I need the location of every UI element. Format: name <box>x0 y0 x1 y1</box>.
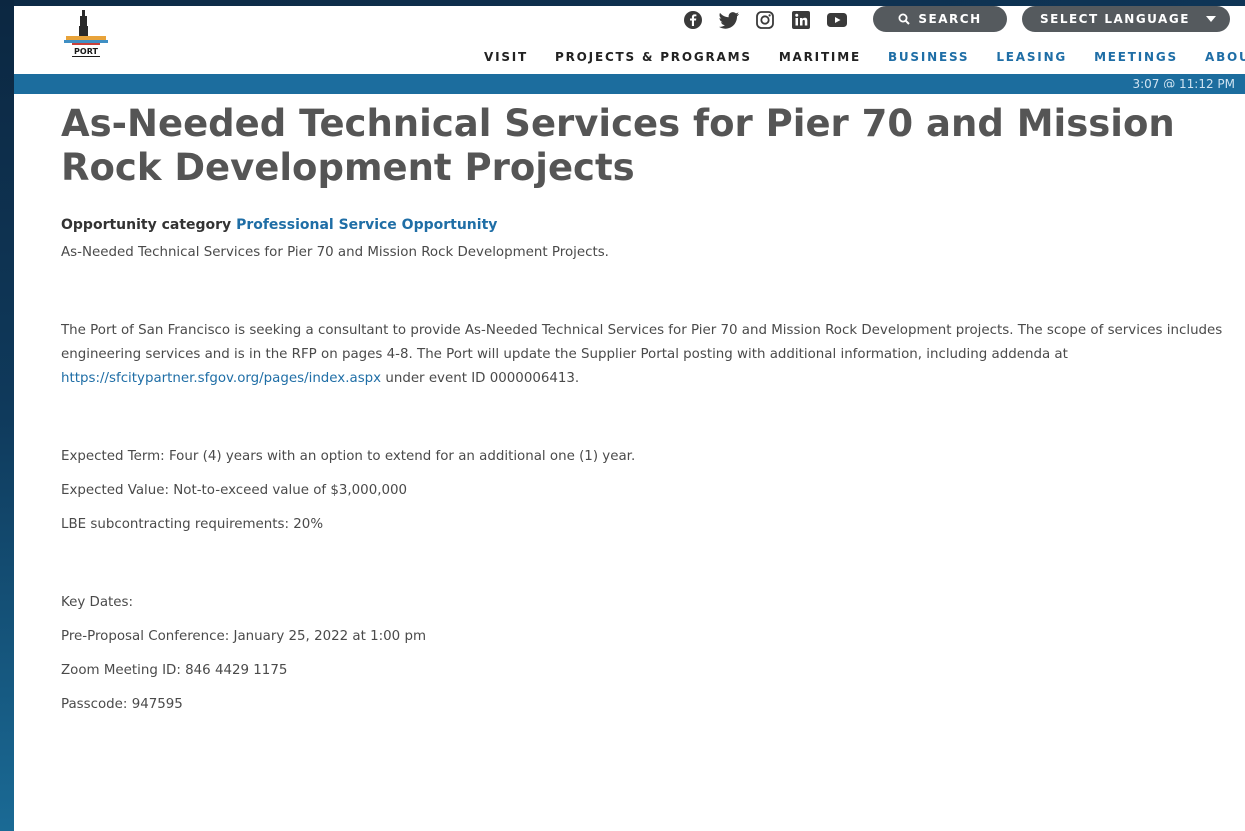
bar-text: 3:07 @ 11:12 PM <box>1132 77 1235 88</box>
instagram-icon[interactable] <box>754 9 776 31</box>
summary-text: As-Needed Technical Services for Pier 70… <box>61 245 609 260</box>
expected-term: Expected Term: Four (4) years with an op… <box>61 449 636 464</box>
nav-item-projects-programs[interactable]: PROJECTS & PROGRAMS <box>555 50 752 64</box>
lbe-requirements: LBE subcontracting requirements: 20% <box>61 517 324 532</box>
search-icon <box>898 13 911 25</box>
logo-text: PORT <box>74 47 98 56</box>
main-content: As-Needed Technical Services for Pier 70… <box>61 102 1231 717</box>
language-label: SELECT LANGUAGE <box>1040 12 1190 26</box>
category-link[interactable]: Professional Service Opportunity <box>236 217 497 233</box>
nav-item-visit[interactable]: VISIT <box>484 50 528 64</box>
nav-item-leasing[interactable]: LEASING <box>996 50 1067 64</box>
chevron-down-icon <box>1206 16 1216 22</box>
passcode: Passcode: 947595 <box>61 697 183 712</box>
nav-item-business[interactable]: BUSINESS <box>888 50 969 64</box>
page-title: As-Needed Technical Services for Pier 70… <box>61 102 1175 189</box>
category-label: Opportunity category <box>61 217 232 233</box>
language-select[interactable]: SELECT LANGUAGE <box>1022 6 1230 32</box>
expected-value: Expected Value: Not-to-exceed value of $… <box>61 483 408 498</box>
port-logo[interactable]: PORT <box>58 8 114 68</box>
site-header: PORT SEARCH SELECT LANGUAGE VISIT PROJEC… <box>14 6 1245 74</box>
description-after: under event ID 0000006413. <box>381 371 580 386</box>
zoom-meeting-id: Zoom Meeting ID: 846 4429 1175 <box>61 663 288 678</box>
nav-item-about[interactable]: ABOUT <box>1205 50 1245 64</box>
linkedin-icon[interactable] <box>790 9 812 31</box>
key-dates-heading: Key Dates: <box>61 595 134 610</box>
search-label: SEARCH <box>918 12 982 26</box>
facebook-icon[interactable] <box>682 9 704 31</box>
nav-item-meetings[interactable]: MEETINGS <box>1094 50 1178 64</box>
search-button[interactable]: SEARCH <box>873 6 1007 32</box>
web-page: PORT SEARCH SELECT LANGUAGE VISIT PROJEC… <box>14 6 1245 831</box>
youtube-icon[interactable] <box>826 9 848 31</box>
social-links <box>682 9 848 31</box>
background-left-strip <box>0 0 14 831</box>
nav-item-maritime[interactable]: MARITIME <box>779 50 861 64</box>
description-before: The Port of San Francisco is seeking a c… <box>61 323 1223 362</box>
twitter-icon[interactable] <box>718 9 740 31</box>
supplier-portal-link[interactable]: https://sfcitypartner.sfgov.org/pages/in… <box>61 371 381 386</box>
port-logo-icon: PORT <box>64 10 108 57</box>
opportunity-category: Opportunity category Professional Servic… <box>61 217 1231 233</box>
header-accent-bar: 3:07 @ 11:12 PM <box>14 74 1245 94</box>
main-nav: VISIT PROJECTS & PROGRAMS MARITIME BUSIN… <box>484 50 1245 64</box>
pre-proposal-conference: Pre-Proposal Conference: January 25, 202… <box>61 629 426 644</box>
description-text: The Port of San Francisco is seeking a c… <box>61 319 1231 391</box>
